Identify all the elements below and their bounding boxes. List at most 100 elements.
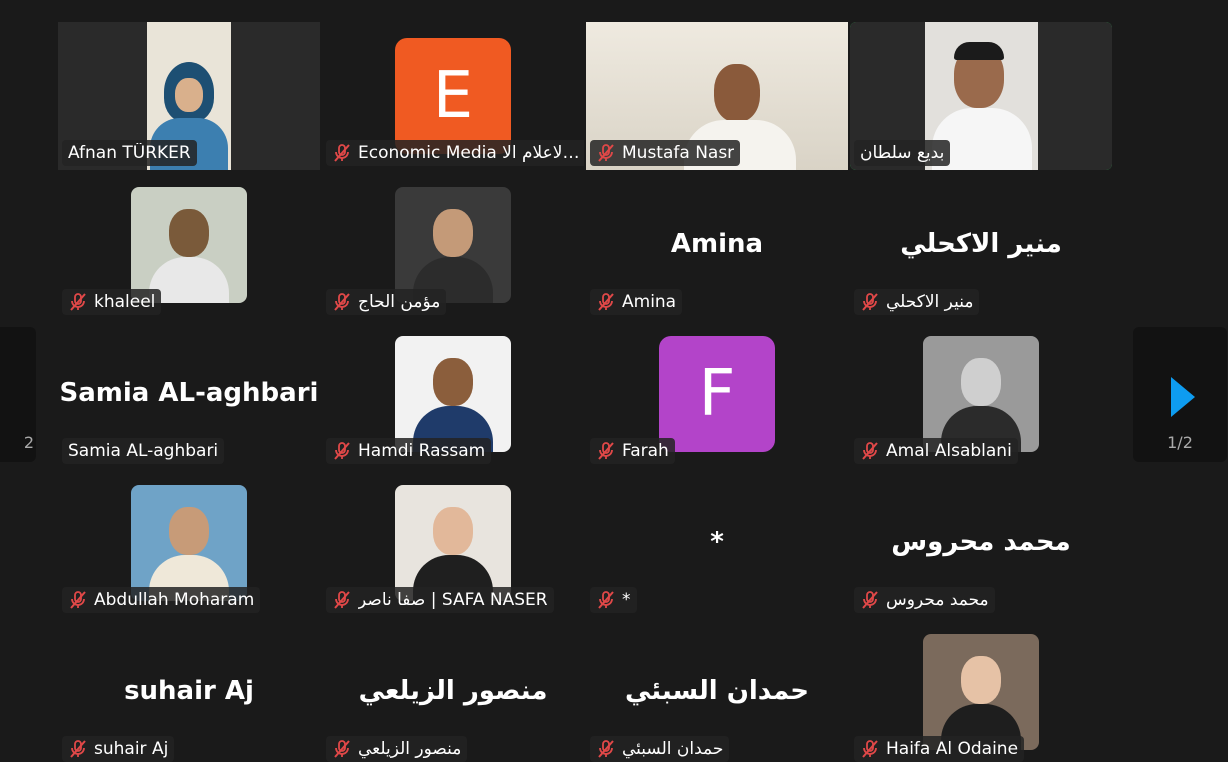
participant-name-label: صفا ناصر | SAFA NASER — [326, 587, 554, 613]
participant-tile[interactable]: suhair Aj suhair Aj — [58, 618, 320, 762]
participant-name: محمد محروس — [886, 590, 989, 610]
participant-name-label: Abdullah Moharam — [62, 587, 261, 613]
page-indicator: 1/2 — [1167, 433, 1193, 452]
participant-photo — [395, 187, 511, 303]
participant-name: Economic Media الاعلام الا... — [358, 143, 582, 163]
microphone-muted-icon — [334, 144, 350, 162]
microphone-muted-icon — [70, 740, 86, 758]
next-page-button[interactable]: 1/2 — [1133, 327, 1227, 462]
participant-name-label: Mustafa Nasr — [590, 140, 741, 166]
microphone-muted-icon — [862, 740, 878, 758]
participant-name: صفا ناصر | SAFA NASER — [358, 590, 548, 610]
participant-tile[interactable]: محمد محروس محمد محروس — [850, 469, 1112, 617]
participant-tile[interactable]: منصور الزيلعي منصور الزيلعي — [322, 618, 584, 762]
participant-name-label: بديع سلطان — [854, 140, 951, 166]
microphone-muted-icon — [598, 442, 614, 460]
participant-name-label: Haifa Al Odaine — [854, 736, 1025, 762]
participant-name-label: محمد محروس — [854, 587, 995, 613]
participant-tile[interactable]: حمدان السبئي حمدان السبئي — [586, 618, 848, 762]
participant-tile[interactable]: F Farah — [586, 320, 848, 468]
participant-tile[interactable]: * * — [586, 469, 848, 617]
participant-name: * — [622, 590, 631, 610]
participant-name: Abdullah Moharam — [94, 590, 255, 610]
participant-name: Farah — [622, 441, 669, 461]
participant-tile[interactable]: E Economic Media الاعلام الا... — [322, 22, 584, 170]
meeting-gallery-view: 2 1/2 Afnan TÜRKER E Economic Media الاعلا… — [0, 0, 1228, 762]
microphone-muted-icon — [862, 591, 878, 609]
participant-name-label: مؤمن الحاج — [326, 289, 447, 315]
participant-name-label: Amina — [590, 289, 683, 315]
participant-initial-avatar: F — [659, 336, 775, 452]
participant-name-label: حمدان السبئي — [590, 736, 730, 762]
participant-photo — [395, 485, 511, 601]
microphone-muted-icon — [334, 591, 350, 609]
participant-tile[interactable]: Samia AL-aghbari Samia AL-aghbari — [58, 320, 320, 468]
participant-name: Afnan TÜRKER — [68, 143, 191, 163]
participant-tile[interactable]: khaleel — [58, 171, 320, 319]
chevron-right-icon — [1171, 377, 1195, 417]
participant-name: Amina — [622, 292, 677, 312]
participant-name-label: Afnan TÜRKER — [62, 140, 197, 166]
microphone-muted-icon — [598, 740, 614, 758]
participant-display-name: حمدان السبئي — [624, 676, 809, 706]
participant-name: حمدان السبئي — [622, 739, 724, 759]
participant-name: بديع سلطان — [860, 143, 945, 163]
participant-name-label: suhair Aj — [62, 736, 175, 762]
participant-tile[interactable]: Afnan TÜRKER — [58, 22, 320, 170]
participant-name-label: Economic Media الاعلام الا... — [326, 140, 584, 166]
participant-photo — [923, 336, 1039, 452]
participant-display-name: * — [710, 527, 724, 557]
microphone-muted-icon — [334, 293, 350, 311]
microphone-muted-icon — [334, 740, 350, 758]
participant-tile[interactable]: منير الاكحلي منير الاكحلي — [850, 171, 1112, 319]
participant-display-name: منير الاكحلي — [900, 229, 1062, 259]
participant-name: منير الاكحلي — [886, 292, 974, 312]
participant-name: منصور الزيلعي — [358, 739, 462, 759]
participant-tile[interactable]: مؤمن الحاج — [322, 171, 584, 319]
microphone-muted-icon — [598, 293, 614, 311]
participant-tile[interactable]: بديع سلطان — [850, 22, 1112, 170]
participant-name-label: Samia AL-aghbari — [62, 438, 225, 464]
participant-name-label: Amal Alsablani — [854, 438, 1018, 464]
microphone-muted-icon — [598, 144, 614, 162]
participant-photo — [131, 187, 247, 303]
participant-tile[interactable]: Haifa Al Odaine — [850, 618, 1112, 762]
participant-tile[interactable]: Amal Alsablani — [850, 320, 1112, 468]
participant-name: Hamdi Rassam — [358, 441, 486, 461]
participant-name: khaleel — [94, 292, 156, 312]
previous-page-button[interactable]: 2 — [0, 327, 36, 462]
participant-display-name: suhair Aj — [124, 676, 254, 706]
participant-name-label: منير الاكحلي — [854, 289, 980, 315]
participant-photo — [923, 634, 1039, 750]
microphone-muted-icon — [862, 442, 878, 460]
participant-display-name: Amina — [670, 229, 764, 259]
microphone-muted-icon — [598, 591, 614, 609]
participant-name-label: khaleel — [62, 289, 162, 315]
participant-tile[interactable]: Abdullah Moharam — [58, 469, 320, 617]
participant-display-name: محمد محروس — [891, 527, 1071, 557]
participant-display-name: Samia AL-aghbari — [59, 378, 319, 408]
microphone-muted-icon — [862, 293, 878, 311]
participant-name: Haifa Al Odaine — [886, 739, 1019, 759]
participant-tile[interactable]: Mustafa Nasr — [586, 22, 848, 170]
participant-tile[interactable]: صفا ناصر | SAFA NASER — [322, 469, 584, 617]
participant-tile[interactable]: Amina Amina — [586, 171, 848, 319]
participant-name-label: منصور الزيلعي — [326, 736, 468, 762]
microphone-muted-icon — [334, 442, 350, 460]
participant-display-name: منصور الزيلعي — [358, 676, 548, 706]
microphone-muted-icon — [70, 591, 86, 609]
participant-photo — [395, 336, 511, 452]
participant-name: Mustafa Nasr — [622, 143, 735, 163]
participant-name: Amal Alsablani — [886, 441, 1012, 461]
participant-name-label: Hamdi Rassam — [326, 438, 492, 464]
participant-name: Samia AL-aghbari — [68, 441, 219, 461]
participant-initial-avatar: E — [395, 38, 511, 154]
participant-name-label: Farah — [590, 438, 675, 464]
participant-name-label: * — [590, 587, 637, 613]
page-indicator-left: 2 — [23, 433, 34, 452]
participant-tile[interactable]: Hamdi Rassam — [322, 320, 584, 468]
participant-name: suhair Aj — [94, 739, 169, 759]
participant-photo — [131, 485, 247, 601]
participant-name: مؤمن الحاج — [358, 292, 441, 312]
microphone-muted-icon — [70, 293, 86, 311]
